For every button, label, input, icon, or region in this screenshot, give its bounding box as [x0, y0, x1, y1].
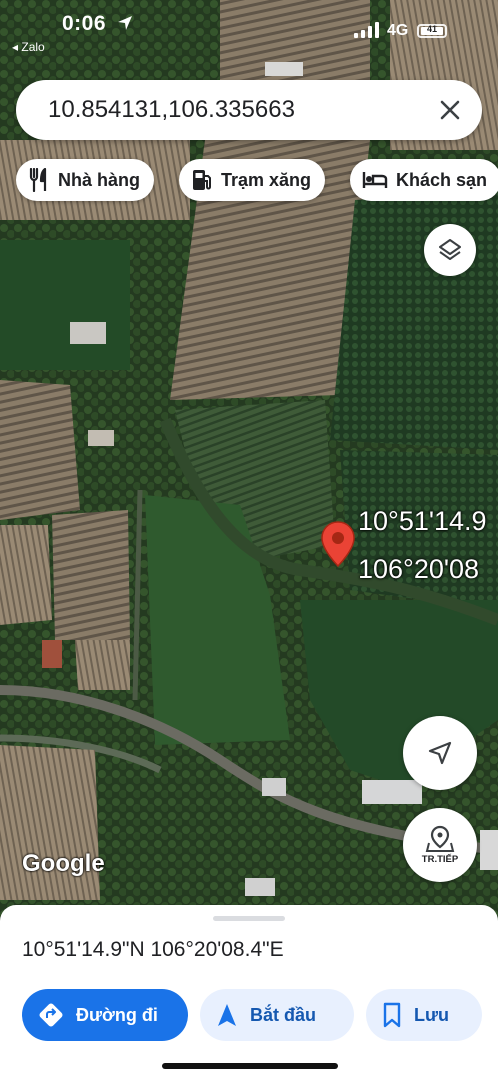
- start-arrow-icon: [218, 1004, 236, 1026]
- network-type: 4G: [387, 22, 409, 39]
- bookmark-icon: [383, 1002, 401, 1028]
- status-time: 0:06: [62, 12, 107, 35]
- start-label: Bắt đầu: [250, 1004, 317, 1025]
- my-location-button[interactable]: [403, 716, 477, 790]
- pin-label-latitude: 10°51'14.9: [358, 506, 487, 536]
- status-bar: 0:06 ◂ Zalo 4G 41: [0, 0, 498, 56]
- place-coordinates: 10°51'14.9"N 106°20'08.4"E: [22, 938, 284, 961]
- search-input[interactable]: [48, 92, 408, 128]
- navigation-arrow-icon: [428, 741, 452, 765]
- save-button[interactable]: Lưu: [366, 989, 482, 1041]
- location-services-icon: [118, 16, 132, 30]
- place-bottom-sheet[interactable]: 10°51'14.9"N 106°20'08.4"E Đường đi Bắt …: [0, 905, 498, 1080]
- pin-label-longitude: 106°20'08: [358, 554, 480, 584]
- layers-button[interactable]: [424, 224, 476, 276]
- chip-restaurants[interactable]: Nhà hàng: [16, 159, 155, 201]
- location-pin-icon[interactable]: [320, 520, 356, 570]
- directions-label: Đường đi: [76, 1004, 158, 1025]
- chip-hotels[interactable]: Khách sạn: [350, 159, 498, 201]
- close-icon[interactable]: [434, 94, 466, 126]
- chip-label: Nhà hàng: [58, 169, 141, 190]
- fork-knife-icon: [29, 168, 47, 192]
- battery-icon: 41: [417, 24, 447, 38]
- gas-station-icon: [193, 170, 211, 190]
- google-attribution: Google: [22, 850, 105, 877]
- directions-button[interactable]: Đường đi: [22, 989, 188, 1041]
- directions-icon: [39, 1003, 63, 1027]
- search-box[interactable]: [16, 80, 482, 140]
- back-to-app-link[interactable]: ◂ Zalo: [12, 40, 45, 54]
- cell-signal-icon: [354, 22, 379, 38]
- chip-label: Khách sạn: [396, 169, 488, 190]
- battery-level: 41: [426, 24, 437, 34]
- navigation-pin-icon: [425, 825, 455, 852]
- navigate-caption: TR.TIẾP: [421, 854, 459, 865]
- navigate-continue-button[interactable]: TR.TIẾP: [403, 808, 477, 882]
- chip-label: Trạm xăng: [221, 169, 312, 190]
- sheet-drag-handle[interactable]: [213, 916, 285, 921]
- satellite-imagery: [0, 0, 498, 940]
- bed-icon: [362, 172, 388, 188]
- start-button[interactable]: Bắt đầu: [200, 989, 354, 1041]
- satellite-map[interactable]: 10°51'14.9 106°20'08 Google: [0, 0, 498, 940]
- save-label: Lưu: [414, 1004, 450, 1025]
- home-indicator[interactable]: [162, 1063, 338, 1069]
- chip-gas-stations[interactable]: Trạm xăng: [179, 159, 326, 201]
- layers-icon: [439, 239, 461, 260]
